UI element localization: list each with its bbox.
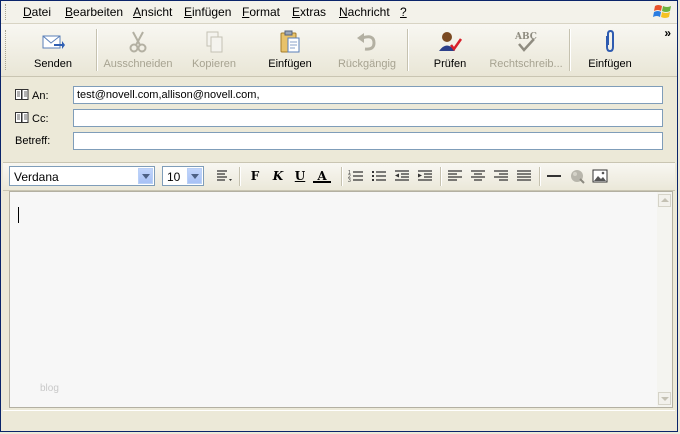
text-caret [18,207,19,223]
menu-extras[interactable]: Extras [292,5,326,19]
compose-window: Datei Bearbeiten Ansicht Einfügen Format… [0,0,678,432]
decrease-indent-icon[interactable] [393,168,411,184]
paragraph-style-icon[interactable] [215,168,235,184]
to-field[interactable] [73,86,663,104]
spellcheck-icon: ABC [514,32,537,52]
main-toolbar: Senden Ausschneiden Kopieren Einfügen Rü… [1,24,677,77]
subject-field[interactable] [73,132,663,150]
toolbar-separator [569,29,571,71]
bold-button[interactable]: F [246,168,264,184]
scissors-icon [129,31,147,53]
to-row: An: [1,85,677,107]
italic-button[interactable]: K [269,168,287,184]
clipboard-icon [280,30,300,53]
copy-icon [206,31,223,53]
align-center-icon[interactable] [469,168,487,184]
align-right-icon[interactable] [492,168,510,184]
font-size-select[interactable]: 10 [162,166,204,186]
menu-grip[interactable] [5,4,9,20]
address-book-icon [15,89,29,100]
cut-button[interactable]: Ausschneiden [101,28,175,72]
cc-label[interactable]: Cc: [15,112,49,125]
subject-label: Betreff: [15,135,51,147]
justify-icon[interactable] [515,168,533,184]
check-names-button[interactable]: Prüfen [421,28,479,72]
address-book-icon [15,112,29,123]
font-color-button[interactable]: A [313,168,331,183]
menu-nachricht[interactable]: Nachricht [339,5,390,19]
cc-field[interactable] [73,109,663,127]
toolbar-separator [96,29,98,71]
format-separator [239,167,241,186]
menu-ansicht[interactable]: Ansicht [133,5,172,19]
paperclip-icon [606,30,614,53]
send-button[interactable]: Senden [25,28,81,72]
to-label[interactable]: An: [15,89,49,102]
message-body-editor[interactable]: blog [9,191,673,408]
chevron-down-icon[interactable] [138,168,153,184]
status-bar [3,410,675,431]
check-names-icon [439,32,463,52]
undo-icon [357,33,376,51]
format-separator [539,167,541,186]
attach-button[interactable]: Einfügen [581,28,639,72]
menu-bar: Datei Bearbeiten Ansicht Einfügen Format… [1,1,677,24]
formatting-toolbar: Verdana 10 F K U A 123 [3,162,675,191]
align-left-icon[interactable] [446,168,464,184]
chevron-down-icon[interactable] [187,168,202,184]
toolbar-grip[interactable] [5,30,9,70]
underline-button[interactable]: U [291,168,309,184]
send-icon [42,35,65,49]
spelling-button[interactable]: ABC Rechtschreib... [487,28,565,72]
vertical-scrollbar[interactable] [657,192,672,407]
increase-indent-icon[interactable] [416,168,434,184]
menu-datei[interactable]: Datei [23,5,51,19]
paste-button[interactable]: Einfügen [261,28,319,72]
format-separator [341,167,343,186]
toolbar-separator [407,29,409,71]
horizontal-line-icon[interactable] [545,168,563,184]
menu-bearbeiten[interactable]: Bearbeiten [65,5,123,19]
scroll-up-arrow-icon[interactable] [658,194,671,207]
menu-help[interactable]: ? [400,5,407,19]
undo-button[interactable]: Rückgängig [333,28,401,72]
menu-format[interactable]: Format [242,5,280,19]
subject-row: Betreff: [1,131,677,153]
menu-einfuegen[interactable]: Einfügen [184,5,231,19]
scroll-down-arrow-icon[interactable] [658,392,671,405]
format-separator [440,167,442,186]
windows-logo-icon [653,5,671,18]
numbered-list-icon[interactable]: 123 [347,168,365,184]
svg-text:3: 3 [348,178,351,184]
insert-picture-icon[interactable] [591,168,609,184]
cc-row: Cc: [1,108,677,130]
bullet-list-icon[interactable] [370,168,388,184]
watermark-text: blog [40,383,59,394]
toolbar-overflow-chevron[interactable]: » [664,26,671,40]
insert-link-icon[interactable] [568,168,586,184]
copy-button[interactable]: Kopieren [185,28,243,72]
font-family-select[interactable]: Verdana [9,166,155,186]
